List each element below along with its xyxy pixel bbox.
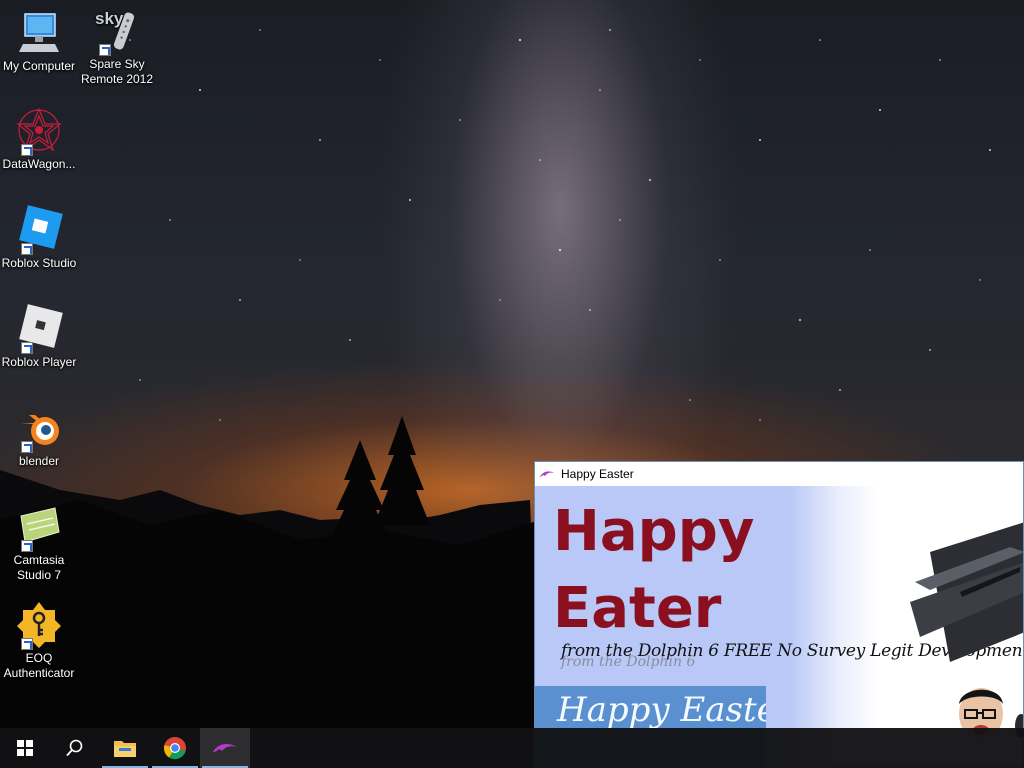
heading-line-1: Happy [553,499,755,564]
blender-icon [15,403,63,453]
desktop-icon-label: Roblox Player [1,355,77,369]
start-button[interactable] [0,728,50,768]
chrome-icon [163,737,186,760]
desktop-icon-roblox-player[interactable]: Roblox Player [0,304,78,370]
windows-start-icon [17,740,33,756]
folder-icon [114,741,136,757]
desktop-icon-my-computer[interactable]: My Computer [0,8,78,74]
desktop-icon-label: Spare Sky Remote 2012 [80,57,154,86]
happy-easter-window[interactable]: Happy Easter Happy Eater from the Dolphi… [534,461,1024,768]
desktop-icon-datawagon[interactable]: DataWagon... [0,106,78,172]
desktop-icon-label: Roblox Studio [1,256,77,270]
shortcut-arrow-icon [21,342,33,354]
desktop-icon-label: Camtasia Studio 7 [13,553,65,582]
game-console-image [910,522,1023,662]
taskbar-file-explorer[interactable] [100,728,150,768]
search-button[interactable] [50,728,100,768]
sky-remote-icon: sky [93,6,141,56]
shortcut-arrow-icon [21,638,33,650]
desktop-icon-label: DataWagon... [2,157,76,171]
desktop-icon-eoq-authenticator[interactable]: EOQ Authenticator [0,600,78,681]
desktop-icon-label: My Computer [2,59,76,73]
computer-icon [15,8,63,56]
shortcut-arrow-icon [21,441,33,453]
shortcut-arrow-icon [21,144,33,156]
desktop-icon-camtasia[interactable]: Camtasia Studio 7 [0,502,78,583]
window-title: Happy Easter [561,467,634,481]
desktop-icon-roblox-studio[interactable]: Roblox Studio [0,205,78,271]
dolphin-icon [213,744,237,752]
window-titlebar[interactable]: Happy Easter [535,462,1023,486]
shortcut-arrow-icon [21,243,33,255]
datawagon-icon [15,106,63,156]
key-icon [15,600,63,650]
sky-logo-text: sky [95,9,124,28]
window-content: Happy Eater from the Dolphin 6 from the … [535,486,1023,767]
taskbar-chrome[interactable] [150,728,200,768]
taskbar-dolphin[interactable] [200,728,250,768]
shortcut-arrow-icon [99,44,111,56]
roblox-player-icon [15,304,63,354]
roblox-studio-icon [15,205,63,255]
desktop-icon-blender[interactable]: blender [0,403,78,469]
shortcut-arrow-icon [21,540,33,552]
desktop-icon-label: EOQ Authenticator [3,651,75,680]
desktop-icon-spare-sky-remote[interactable]: sky Spare Sky Remote 2012 [78,6,156,87]
desktop-icon-label: blender [18,454,60,468]
search-icon [66,739,83,757]
dolphin-icon [540,471,554,477]
easter-card-text: Happy Easter [557,690,766,730]
heading-line-2: Eater [553,576,722,641]
camtasia-icon [15,502,63,552]
taskbar [0,728,1024,768]
